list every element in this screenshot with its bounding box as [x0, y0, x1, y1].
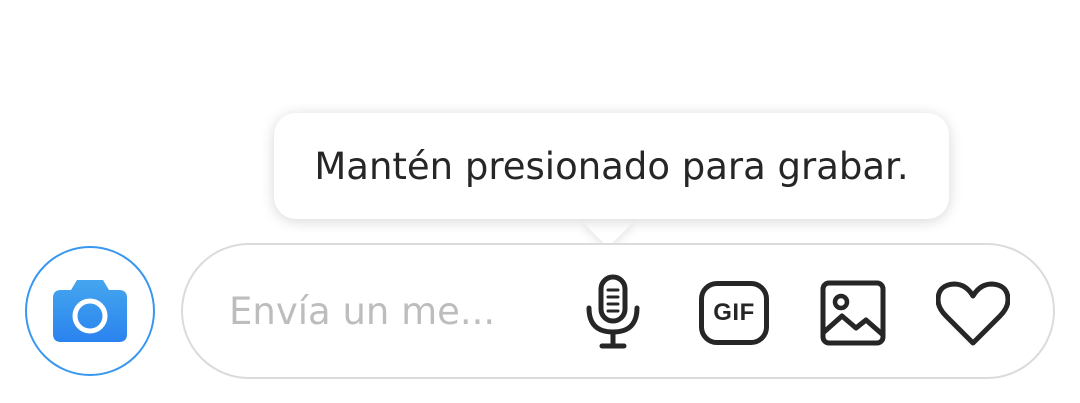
voice-record-button[interactable] [583, 274, 643, 350]
record-hint-tooltip: Mantén presionado para grabar. [274, 113, 949, 219]
camera-button[interactable] [25, 246, 155, 376]
like-button[interactable] [935, 279, 1011, 349]
heart-icon [936, 281, 1010, 346]
gif-icon: GIF [699, 281, 769, 345]
tooltip-text: Mantén presionado para grabar. [314, 144, 909, 188]
image-icon [820, 280, 886, 346]
message-composer: GIF [181, 243, 1055, 379]
gallery-button[interactable] [819, 279, 887, 347]
message-input[interactable] [229, 281, 559, 341]
gif-button[interactable]: GIF [697, 279, 771, 347]
gif-label: GIF [713, 299, 755, 326]
microphone-icon [586, 274, 640, 349]
camera-icon [53, 280, 127, 342]
camera-button-inner [34, 255, 146, 367]
